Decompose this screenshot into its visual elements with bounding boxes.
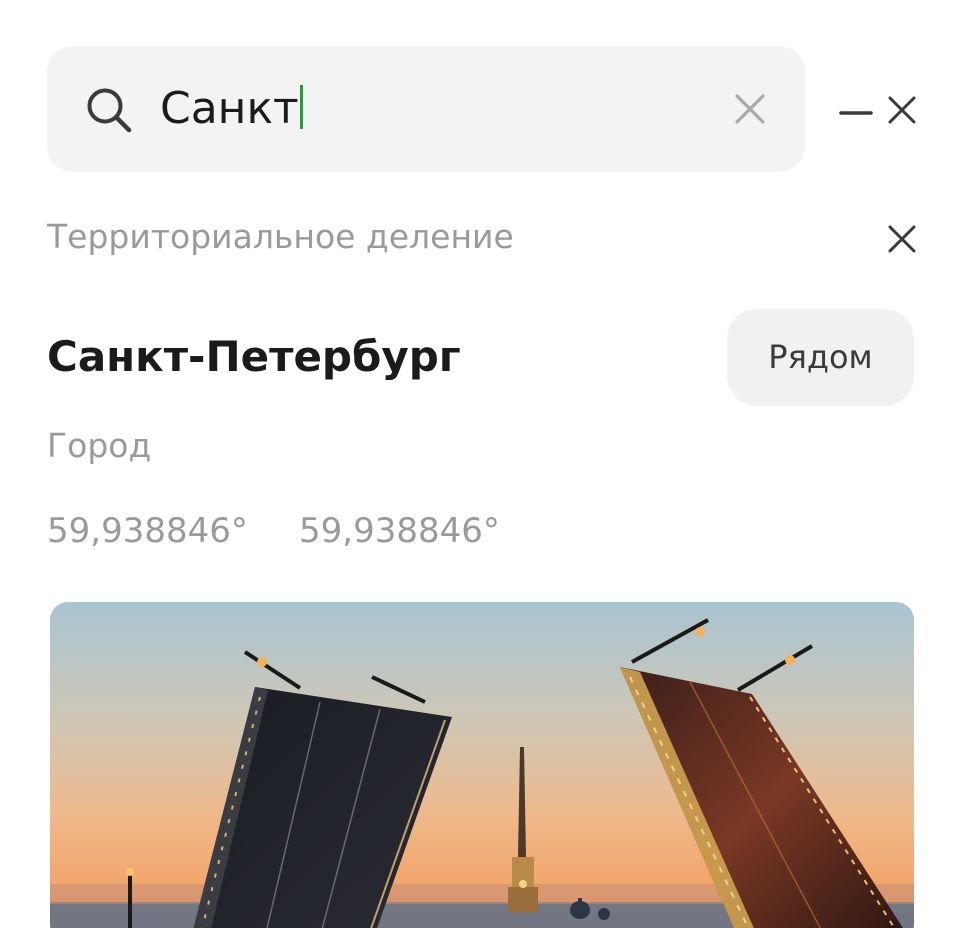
- latitude-value: 59,938846°: [47, 511, 248, 551]
- place-title[interactable]: Санкт-Петербург: [47, 329, 461, 385]
- section-close-icon[interactable]: [888, 225, 916, 253]
- place-type: Город: [47, 426, 152, 465]
- search-value: Санкт: [160, 83, 299, 134]
- search-input[interactable]: Санкт: [47, 46, 805, 172]
- place-photo[interactable]: [50, 602, 914, 928]
- search-panel: Санкт Территориальное деление Санкт-Пете…: [0, 0, 960, 928]
- close-icon[interactable]: [888, 96, 916, 124]
- text-caret: [299, 85, 303, 129]
- drawbridge-sunset-image: [50, 602, 914, 928]
- minimize-icon[interactable]: [839, 96, 873, 126]
- search-value-wrap: Санкт: [160, 46, 303, 172]
- search-icon: [87, 88, 132, 133]
- nearby-button[interactable]: Рядом: [727, 309, 914, 406]
- clear-search-icon[interactable]: [735, 94, 765, 124]
- longitude-value: 59,938846°: [299, 511, 500, 551]
- section-label: Территориальное деление: [47, 217, 514, 256]
